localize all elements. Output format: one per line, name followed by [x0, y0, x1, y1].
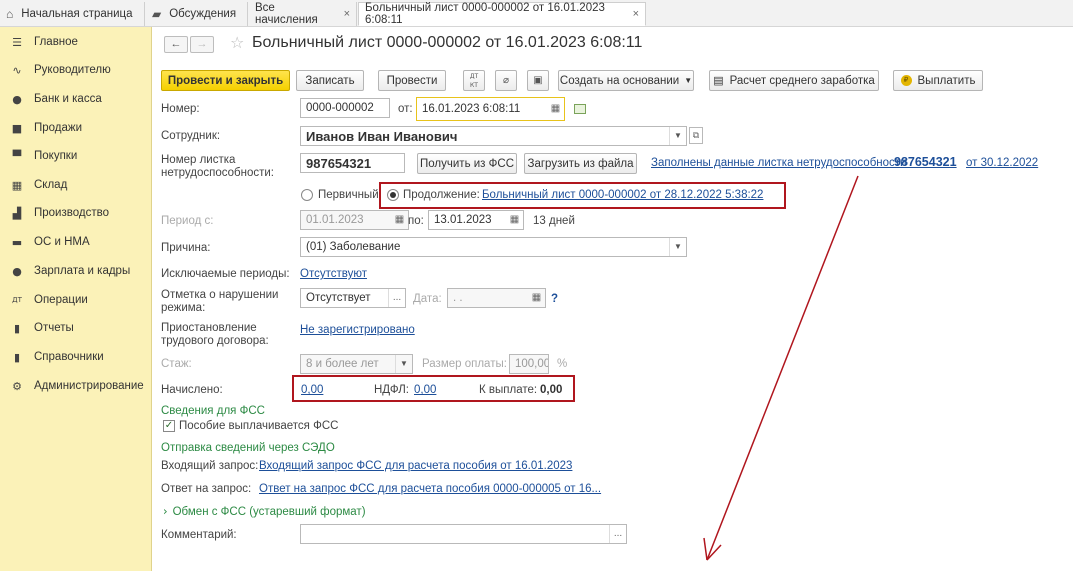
- annotation-arrow: [703, 175, 859, 561]
- arrow-head: [703, 537, 722, 561]
- arrow-line: [706, 175, 859, 561]
